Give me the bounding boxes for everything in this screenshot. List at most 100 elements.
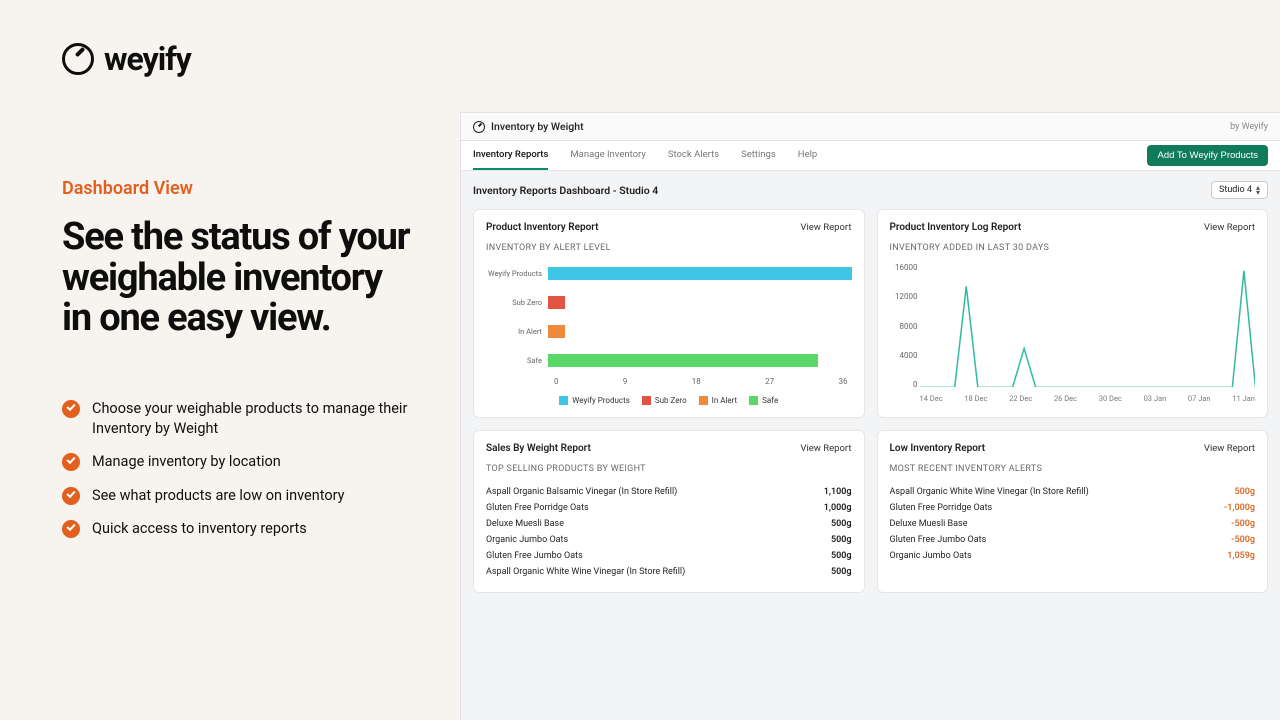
product-name: Gluten Free Porridge Oats	[486, 503, 589, 513]
table-row: Organic Jumbo Oats 500g	[486, 532, 852, 548]
view-report-link[interactable]: View Report	[800, 443, 851, 454]
bullet-text: Quick access to inventory reports	[92, 519, 307, 539]
legend-item: Safe	[749, 396, 778, 405]
product-value: 1,000g	[824, 503, 852, 513]
bar-chart-legend: Weyify Products Sub Zero In Alert Safe	[486, 396, 852, 405]
app-title: Inventory by Weight	[473, 120, 584, 133]
table-row: Aspall Organic White Wine Vinegar (In St…	[890, 484, 1256, 500]
bar-row: Weyify Products	[486, 267, 852, 280]
table-row: Deluxe Muesli Base 500g	[486, 516, 852, 532]
card-title: Low Inventory Report	[890, 443, 986, 454]
inventory-line-chart: 1600012000800040000 14 Dec18 Dec22 Dec26…	[920, 263, 1256, 403]
dashboard-title: Inventory Reports Dashboard - Studio 4	[473, 184, 658, 197]
dashboard-header: Inventory Reports Dashboard - Studio 4 S…	[473, 181, 1268, 199]
product-value: 500g	[831, 519, 852, 529]
feature-bullet: Quick access to inventory reports	[62, 519, 410, 539]
product-value: 500g	[831, 535, 852, 545]
section-caption: MOST RECENT INVENTORY ALERTS	[890, 464, 1256, 474]
tab-help[interactable]: Help	[798, 141, 817, 170]
clock-icon	[473, 121, 485, 133]
product-name: Aspall Organic White Wine Vinegar (In St…	[890, 487, 1089, 497]
feature-bullet: See what products are low on inventory	[62, 486, 410, 506]
top-selling-table: Aspall Organic Balsamic Vinegar (In Stor…	[486, 484, 852, 580]
bullet-text: Choose your weighable products to manage…	[92, 399, 410, 438]
product-value: -500g	[1231, 519, 1255, 529]
inventory-bar-chart: Weyify Products Sub Zero In Alert Safe	[486, 263, 852, 367]
product-value: 500g	[1234, 487, 1255, 497]
bar-chart-x-axis: 09182736	[486, 377, 852, 386]
product-name: Deluxe Muesli Base	[890, 519, 968, 529]
table-row: Deluxe Muesli Base -500g	[890, 516, 1256, 532]
card-grid: Product Inventory Report View Report INV…	[473, 209, 1268, 593]
view-report-link[interactable]: View Report	[800, 222, 851, 233]
app-header: Inventory by Weight by Weyify	[461, 113, 1280, 141]
brand-name: weyify	[104, 40, 191, 78]
card-title: Product Inventory Log Report	[890, 222, 1022, 233]
product-name: Gluten Free Jumbo Oats	[486, 551, 583, 561]
bar-row: Safe	[486, 354, 852, 367]
check-icon	[62, 453, 80, 471]
check-icon	[62, 400, 80, 418]
legend-item: Weyify Products	[559, 396, 630, 405]
bar-label: Sub Zero	[486, 298, 548, 307]
check-icon	[62, 520, 80, 538]
tab-manage-inventory[interactable]: Manage Inventory	[570, 141, 646, 170]
eyebrow-label: Dashboard View	[62, 178, 410, 199]
product-value: 500g	[831, 567, 852, 577]
check-icon	[62, 487, 80, 505]
tab-settings[interactable]: Settings	[741, 141, 776, 170]
card-title: Product Inventory Report	[486, 222, 598, 233]
add-to-weyify-products-button[interactable]: Add To Weyify Products	[1147, 145, 1268, 166]
app-title-text: Inventory by Weight	[491, 120, 584, 133]
product-name: Aspall Organic Balsamic Vinegar (In Stor…	[486, 487, 677, 497]
tab-bar: Inventory Reports Manage Inventory Stock A…	[461, 141, 1280, 171]
section-caption: INVENTORY BY ALERT LEVEL	[486, 243, 852, 253]
low-inventory-report-card: Low Inventory Report View Report MOST RE…	[877, 430, 1269, 593]
line-chart-x-axis: 14 Dec18 Dec22 Dec26 Dec30 Dec03 Jan07 J…	[920, 394, 1256, 403]
feature-bullet: Manage inventory by location	[62, 452, 410, 472]
location-select[interactable]: Studio 4 ▴▾	[1211, 181, 1268, 199]
product-name: Deluxe Muesli Base	[486, 519, 564, 529]
product-value: 1,100g	[824, 487, 852, 497]
product-name: Organic Jumbo Oats	[486, 535, 568, 545]
table-row: Aspall Organic White Wine Vinegar (In St…	[486, 564, 852, 580]
product-value: 500g	[831, 551, 852, 561]
bar-row: Sub Zero	[486, 296, 852, 309]
app-credit: by Weyify	[1230, 122, 1268, 132]
bar-label: Safe	[486, 356, 548, 365]
feature-bullet: Choose your weighable products to manage…	[62, 399, 410, 438]
product-inventory-report-card: Product Inventory Report View Report INV…	[473, 209, 865, 418]
product-name: Gluten Free Porridge Oats	[890, 503, 993, 513]
bar-label: In Alert	[486, 327, 548, 336]
product-name: Aspall Organic White Wine Vinegar (In St…	[486, 567, 685, 577]
legend-item: In Alert	[699, 396, 738, 405]
table-row: Organic Jumbo Oats1,059g	[890, 548, 1256, 564]
product-value: -500g	[1231, 535, 1255, 545]
low-inventory-table: Aspall Organic White Wine Vinegar (In St…	[890, 484, 1256, 564]
table-row: Gluten Free Jumbo Oats 500g	[486, 548, 852, 564]
product-inventory-log-report-card: Product Inventory Log Report View Report…	[877, 209, 1269, 418]
product-name: Organic Jumbo Oats	[890, 551, 972, 561]
product-name: Gluten Free Jumbo Oats	[890, 535, 987, 545]
tab-stock-alerts[interactable]: Stock Alerts	[668, 141, 719, 170]
headline: See the status of your weighable invento…	[62, 217, 410, 339]
view-report-link[interactable]: View Report	[1204, 443, 1255, 454]
bar-row: In Alert	[486, 325, 852, 338]
app-window: Inventory by Weight by Weyify Inventory …	[460, 112, 1280, 720]
feature-bullet-list: Choose your weighable products to manage…	[62, 399, 410, 539]
section-caption: INVENTORY ADDED IN LAST 30 DAYS	[890, 243, 1256, 253]
table-row: Gluten Free Porridge Oats-1,000g	[890, 500, 1256, 516]
brand-logo: weyify	[62, 40, 410, 78]
bar-label: Weyify Products	[486, 269, 548, 278]
line-chart-y-axis: 1600012000800040000	[890, 263, 918, 389]
tab-inventory-reports[interactable]: Inventory Reports	[473, 141, 548, 170]
bullet-text: Manage inventory by location	[92, 452, 281, 472]
section-caption: TOP SELLING PRODUCTS BY WEIGHT	[486, 464, 852, 474]
view-report-link[interactable]: View Report	[1204, 222, 1255, 233]
sales-by-weight-report-card: Sales By Weight Report View Report TOP S…	[473, 430, 865, 593]
bullet-text: See what products are low on inventory	[92, 486, 345, 506]
sort-icon: ▴▾	[1256, 185, 1260, 195]
table-row: Aspall Organic Balsamic Vinegar (In Stor…	[486, 484, 852, 500]
clock-icon	[62, 43, 94, 75]
legend-item: Sub Zero	[642, 396, 687, 405]
